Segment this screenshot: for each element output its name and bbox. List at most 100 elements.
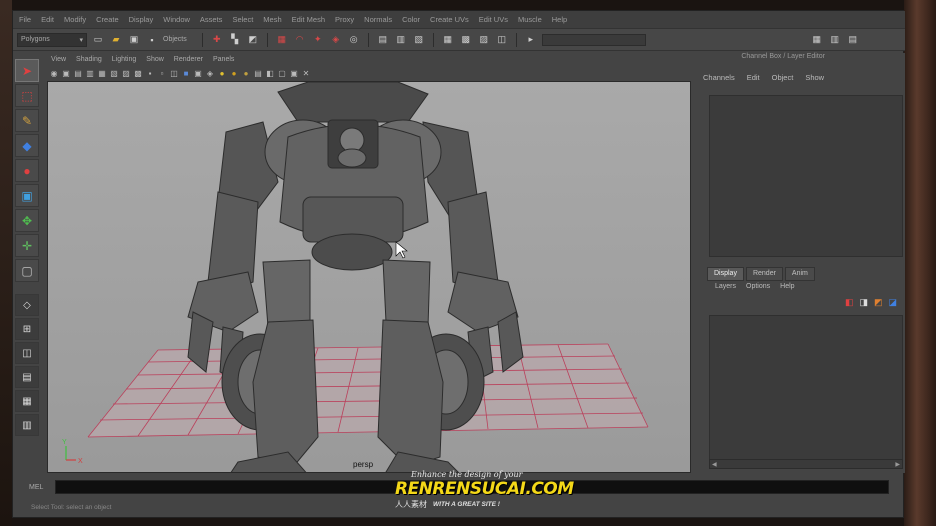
- move-up-layer-icon[interactable]: ◩: [874, 297, 883, 308]
- menu-edit[interactable]: Edit: [41, 15, 54, 24]
- layer-menu-help[interactable]: Help: [780, 283, 794, 290]
- ipr-render-icon[interactable]: ▩: [459, 33, 473, 47]
- hypershade-layout-icon[interactable]: ▦: [15, 390, 39, 412]
- image-plane-icon[interactable]: ▥: [85, 68, 95, 78]
- select-component-icon[interactable]: ◩: [246, 33, 260, 47]
- lasso-tool-icon[interactable]: ⬚: [15, 84, 39, 107]
- four-view-layout-icon[interactable]: ⊞: [15, 318, 39, 340]
- scroll-right-icon[interactable]: ▶: [895, 461, 900, 468]
- quick-input-field[interactable]: [541, 33, 646, 46]
- cb-menu-channels[interactable]: Channels: [703, 73, 735, 87]
- move-down-layer-icon[interactable]: ◪: [888, 297, 897, 308]
- layout-icon[interactable]: ▦: [810, 33, 824, 47]
- tab-display[interactable]: Display: [707, 267, 744, 281]
- save-scene-icon[interactable]: ▣: [127, 33, 141, 47]
- history-icon[interactable]: ▤: [376, 33, 390, 47]
- gate-mask-icon[interactable]: ▩: [133, 68, 143, 78]
- tab-anim[interactable]: Anim: [784, 267, 815, 281]
- persp-outliner-layout-icon[interactable]: ◫: [15, 342, 39, 364]
- textured-icon[interactable]: ◈: [205, 68, 215, 78]
- layer-menu-options[interactable]: Options: [746, 283, 770, 290]
- new-layer-from-selection-icon[interactable]: ◨: [859, 297, 868, 308]
- select-tool-icon[interactable]: ➤: [15, 59, 39, 82]
- select-mode-icon[interactable]: ▪: [145, 33, 159, 47]
- shadows-icon[interactable]: ●: [229, 68, 239, 78]
- new-scene-icon[interactable]: ▭: [91, 33, 105, 47]
- xray-joints-icon[interactable]: ◧: [265, 68, 275, 78]
- hypershade-icon[interactable]: ◫: [495, 33, 509, 47]
- menu-muscle[interactable]: Muscle: [518, 15, 542, 24]
- isolate-select-icon[interactable]: ●: [241, 68, 251, 78]
- panel-menu-view[interactable]: View: [51, 56, 66, 63]
- manipulator-tool-icon[interactable]: ✥: [15, 209, 39, 232]
- snap-curve-icon[interactable]: ◠: [293, 33, 307, 47]
- panel-menu-lighting[interactable]: Lighting: [112, 56, 137, 63]
- new-layer-icon[interactable]: ◧: [845, 297, 854, 308]
- menu-edit-mesh[interactable]: Edit Mesh: [292, 15, 325, 24]
- open-scene-icon[interactable]: ▰: [109, 33, 123, 47]
- menu-select[interactable]: Select: [232, 15, 253, 24]
- menu-modify[interactable]: Modify: [64, 15, 86, 24]
- scroll-left-icon[interactable]: ◀: [712, 461, 717, 468]
- resolution-gate-icon[interactable]: ▨: [121, 68, 131, 78]
- tab-render[interactable]: Render: [745, 267, 783, 281]
- objects-label[interactable]: Objects: [163, 36, 187, 43]
- perspective-viewport[interactable]: Y X persp: [47, 81, 691, 473]
- safe-action-icon[interactable]: ▫: [157, 68, 167, 78]
- move-tool-icon[interactable]: ◆: [15, 134, 39, 157]
- menu-create[interactable]: Create: [96, 15, 119, 24]
- camera-view-icon[interactable]: ▣: [289, 68, 299, 78]
- outliner-layout-icon[interactable]: ▥: [15, 414, 39, 436]
- scale-tool-icon[interactable]: ▣: [15, 184, 39, 207]
- bookmark-icon[interactable]: ▤: [73, 68, 83, 78]
- layer-list[interactable]: [709, 315, 903, 461]
- select-object-icon[interactable]: ▚: [228, 33, 242, 47]
- command-language-label[interactable]: MEL: [13, 484, 55, 491]
- camera-attributes-icon[interactable]: ▣: [61, 68, 71, 78]
- persp-graph-layout-icon[interactable]: ▤: [15, 366, 39, 388]
- cb-menu-show[interactable]: Show: [805, 73, 824, 87]
- current-tool-icon[interactable]: ▢: [15, 259, 39, 282]
- rotate-tool-icon[interactable]: ●: [15, 159, 39, 182]
- paint-select-tool-icon[interactable]: ✎: [15, 109, 39, 132]
- layer-menu-layers[interactable]: Layers: [715, 283, 736, 290]
- channel-box-toggle-icon[interactable]: ▤: [846, 33, 860, 47]
- render-settings-icon[interactable]: ▨: [477, 33, 491, 47]
- render-frame-icon[interactable]: ▧: [412, 33, 426, 47]
- panel-menu-show[interactable]: Show: [146, 56, 164, 63]
- wireframe-on-shaded-icon[interactable]: ▣: [193, 68, 203, 78]
- menu-mesh[interactable]: Mesh: [263, 15, 281, 24]
- layer-scrollbar[interactable]: ◀ ▶: [709, 459, 903, 469]
- menu-normals[interactable]: Normals: [364, 15, 392, 24]
- field-chart-icon[interactable]: ▪: [145, 68, 155, 78]
- menu-help[interactable]: Help: [552, 15, 567, 24]
- sidebar-toggle-icon[interactable]: ▥: [828, 33, 842, 47]
- menu-display[interactable]: Display: [129, 15, 154, 24]
- menu-proxy[interactable]: Proxy: [335, 15, 354, 24]
- menuset-select[interactable]: Polygons ▾: [17, 32, 87, 47]
- snap-grid-icon[interactable]: ▦: [275, 33, 289, 47]
- menu-file[interactable]: File: [19, 15, 31, 24]
- construction-history-icon[interactable]: ▥: [394, 33, 408, 47]
- single-perspective-layout-icon[interactable]: ◇: [15, 294, 39, 316]
- wireframe-icon[interactable]: ◫: [169, 68, 179, 78]
- grid-toggle-icon[interactable]: ▦: [97, 68, 107, 78]
- hud-icon[interactable]: ▢: [277, 68, 287, 78]
- panel-menu-shading[interactable]: Shading: [76, 56, 102, 63]
- input-field-toggle-icon[interactable]: ▸: [524, 33, 538, 47]
- panel-menu-renderer[interactable]: Renderer: [174, 56, 203, 63]
- channel-list[interactable]: [709, 95, 903, 257]
- select-hierarchy-icon[interactable]: ✚: [210, 33, 224, 47]
- menu-assets[interactable]: Assets: [200, 15, 223, 24]
- camera-select-icon[interactable]: ◉: [49, 68, 59, 78]
- snap-surface-icon[interactable]: ◈: [329, 33, 343, 47]
- use-all-lights-icon[interactable]: ●: [217, 68, 227, 78]
- make-live-icon[interactable]: ◎: [347, 33, 361, 47]
- menu-window[interactable]: Window: [163, 15, 190, 24]
- xray-icon[interactable]: ▤: [253, 68, 263, 78]
- menu-create-uvs[interactable]: Create UVs: [430, 15, 469, 24]
- panel-menu-panels[interactable]: Panels: [213, 56, 234, 63]
- cb-menu-object[interactable]: Object: [772, 73, 794, 87]
- render-view-icon[interactable]: ▦: [441, 33, 455, 47]
- film-gate-icon[interactable]: ▧: [109, 68, 119, 78]
